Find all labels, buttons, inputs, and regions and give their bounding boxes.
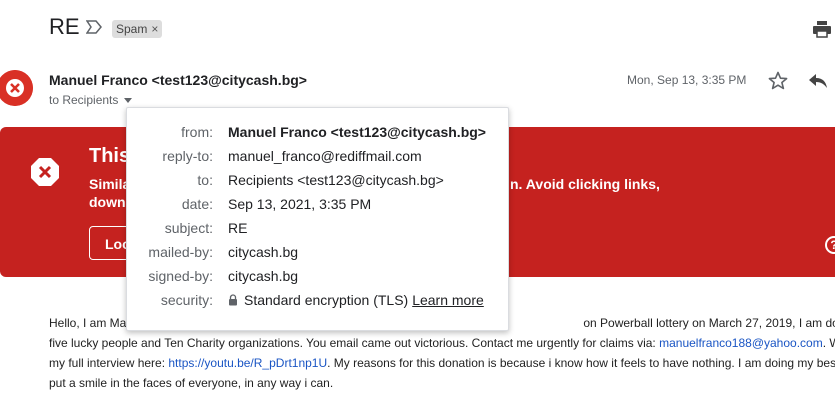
print-icon[interactable]: [812, 20, 832, 38]
details-row-subject: subject: RE: [127, 220, 508, 240]
details-row-date: date: Sep 13, 2021, 3:35 PM: [127, 196, 508, 216]
details-value: RE: [228, 220, 248, 236]
details-key: subject:: [164, 220, 213, 236]
error-x-icon: [31, 158, 59, 186]
details-row-mailed-by: mailed-by: citycash.bg: [127, 244, 508, 264]
details-value: Sep 13, 2021, 3:35 PM: [228, 196, 372, 212]
youtube-link[interactable]: https://youtu.be/R_pDrt1np1U: [168, 356, 327, 370]
spam-chip-label: Spam: [116, 22, 148, 36]
body-text-segment: . Wa: [822, 336, 835, 350]
remove-label-button[interactable]: ×: [151, 20, 158, 38]
details-key: date:: [181, 196, 213, 212]
details-key: from:: [181, 124, 213, 140]
details-row-signed-by: signed-by: citycash.bg: [127, 268, 508, 288]
recipients-toggle[interactable]: to Recipients: [49, 93, 133, 107]
chevron-down-icon[interactable]: [124, 98, 133, 103]
banner-title: This: [89, 145, 131, 167]
details-row-security: security: Standard encryption (TLS) Learn…: [127, 292, 508, 312]
learn-more-link[interactable]: Learn more: [412, 292, 484, 308]
recipients-label: to Recipients: [49, 93, 119, 107]
details-value: citycash.bg: [228, 268, 299, 284]
body-text-segment: . My reasons for this donation is becaus…: [327, 356, 835, 370]
security-value: Standard encryption (TLS): [244, 292, 409, 308]
banner-text-line1: Simila: [89, 176, 131, 192]
details-value: Standard encryption (TLS) Learn more: [228, 292, 484, 308]
details-value: citycash.bg: [228, 244, 299, 260]
body-text-segment: five lucky people and Ten Charity organi…: [49, 336, 660, 350]
body-line-2: five lucky people and Ten Charity organi…: [49, 333, 835, 353]
details-row-to: to: Recipients <test123@citycash.bg>: [127, 172, 508, 192]
email-link[interactable]: manuelfranco188@yahoo.com: [659, 336, 823, 350]
body-line-3: my full interview here: https://youtu.be…: [49, 353, 835, 373]
details-key: to:: [197, 172, 213, 188]
details-key: mailed-by:: [148, 244, 213, 260]
message-date: Mon, Sep 13, 3:35 PM: [627, 73, 747, 87]
lock-icon: [229, 294, 237, 306]
warning-avatar-icon: [0, 70, 33, 106]
body-text-segment: my full interview here:: [49, 356, 169, 370]
details-key: signed-by:: [148, 268, 213, 284]
details-row-reply-to: reply-to: manuel_franco@rediffmail.com: [127, 148, 508, 168]
banner-text-line2: downl: [89, 194, 130, 210]
banner-text-right: n. Avoid clicking links,: [510, 176, 660, 192]
body-line-4: put a smile in the faces of everyone, in…: [49, 376, 334, 390]
sender-name: Manuel Franco <test123@citycash.bg>: [49, 72, 307, 88]
details-value: Recipients <test123@citycash.bg>: [228, 172, 444, 188]
reply-icon[interactable]: [808, 72, 828, 90]
details-row-from: from: Manuel Franco <test123@citycash.bg…: [127, 124, 508, 144]
body-text-segment: on Powerball lottery on March 27, 2019, …: [583, 316, 835, 330]
star-icon[interactable]: [768, 71, 788, 91]
details-value: manuel_franco@rediffmail.com: [228, 148, 422, 164]
message-details-popup: from: Manuel Franco <test123@citycash.bg…: [126, 107, 509, 331]
body-text-segment: Hello, I am Ma: [49, 316, 127, 330]
spam-label-chip: Spam ×: [112, 20, 163, 38]
details-key: reply-to:: [162, 148, 213, 164]
details-key: security:: [160, 292, 213, 308]
details-value: Manuel Franco <test123@citycash.bg>: [228, 124, 486, 140]
email-subject: RE: [49, 14, 80, 39]
label-outline-icon[interactable]: [86, 20, 102, 34]
